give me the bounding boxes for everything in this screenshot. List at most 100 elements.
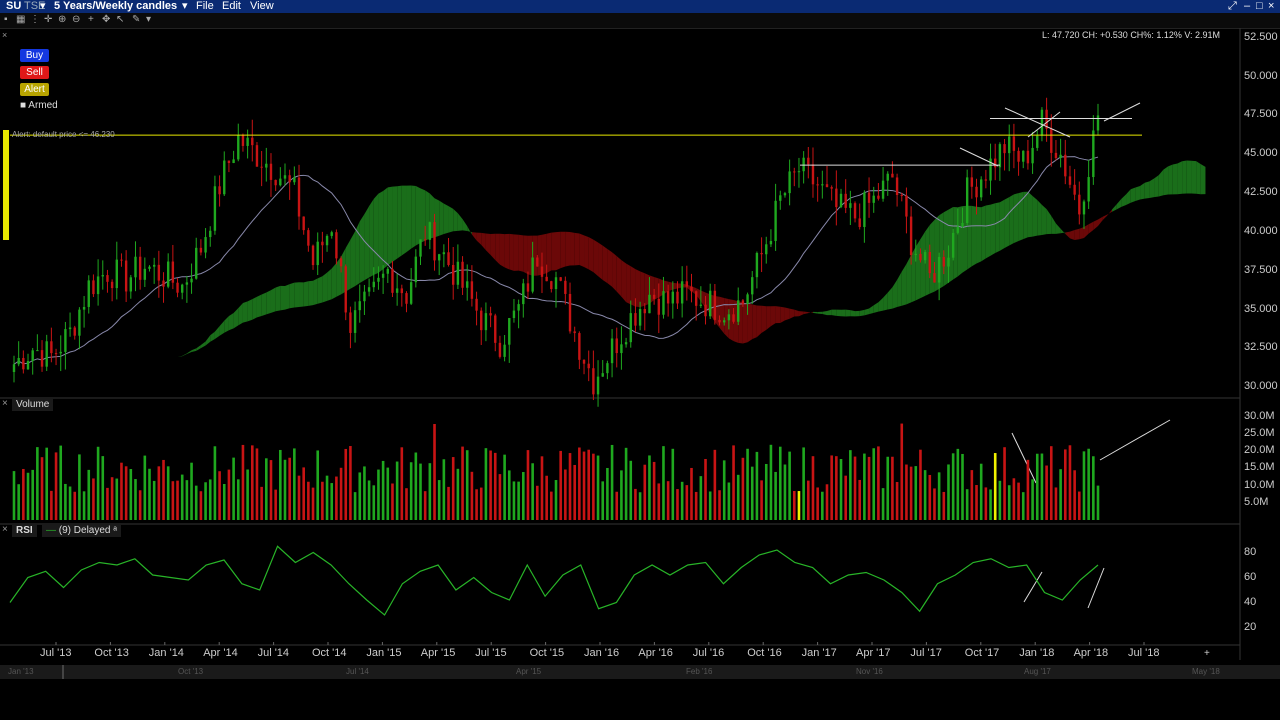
candle-body bbox=[853, 203, 857, 219]
candle-body bbox=[825, 184, 829, 188]
scrollbar-handle[interactable] bbox=[62, 665, 64, 679]
cloud-segment bbox=[616, 256, 622, 297]
volume-bar bbox=[568, 453, 572, 520]
volume-bar bbox=[970, 470, 974, 520]
time-tick-label: Apr '17 bbox=[856, 647, 891, 659]
volume-bar bbox=[101, 456, 105, 520]
candle-body bbox=[325, 235, 329, 246]
time-scrollbar[interactable]: Jan '13 Oct '13 Jul '14 Apr '15 Feb '16 Nov … bbox=[0, 665, 1280, 679]
candle-body bbox=[821, 184, 824, 186]
cloud-segment bbox=[635, 269, 641, 308]
cloud-segment bbox=[1088, 221, 1094, 234]
quote-readout: L: 47.720 CH: +0.530 CH%: 1.12% V: 2.91M bbox=[1042, 30, 1221, 40]
volume-bar bbox=[87, 469, 91, 520]
candle-body bbox=[839, 193, 843, 208]
cloud-segment bbox=[794, 309, 799, 317]
volume-bar bbox=[685, 485, 689, 520]
candle-body bbox=[835, 188, 838, 208]
collapse-icon[interactable]: × bbox=[2, 30, 7, 40]
time-tick-label: Apr '14 bbox=[203, 647, 238, 659]
candle-body bbox=[190, 278, 193, 283]
volume-bar bbox=[643, 464, 647, 520]
candle-body bbox=[900, 194, 903, 196]
cloud-segment bbox=[1027, 191, 1033, 238]
time-tick-label: Jan '18 bbox=[1019, 647, 1055, 659]
cloud-segment bbox=[1060, 228, 1066, 234]
candle-body bbox=[606, 363, 609, 374]
volume-bar bbox=[671, 448, 675, 520]
candle-body bbox=[1003, 144, 1006, 154]
candle-body bbox=[830, 187, 833, 189]
candle-body bbox=[409, 282, 413, 304]
cloud-segment bbox=[878, 297, 884, 312]
close-rsi-icon[interactable]: × bbox=[2, 524, 8, 535]
volume-bar bbox=[629, 460, 633, 520]
time-tick-label: Jul '17 bbox=[910, 647, 942, 659]
volume-bar bbox=[293, 448, 296, 520]
volume-bar bbox=[989, 489, 992, 520]
candle-body bbox=[54, 353, 58, 355]
volume-bar bbox=[45, 447, 49, 520]
volume-bar bbox=[232, 457, 235, 520]
volume-bar bbox=[947, 464, 950, 520]
volume-bar bbox=[82, 491, 86, 520]
volume-bar bbox=[405, 488, 408, 520]
cloud-segment bbox=[219, 320, 225, 336]
cloud-segment bbox=[289, 282, 295, 309]
volume-bar bbox=[951, 453, 955, 520]
candle-body bbox=[246, 137, 249, 146]
cloud-segment bbox=[798, 311, 804, 317]
sell-button[interactable]: Sell bbox=[20, 66, 49, 79]
candle-body bbox=[377, 277, 380, 282]
volume-bar bbox=[129, 469, 133, 520]
close-volume-icon[interactable]: × bbox=[2, 398, 8, 409]
annotation-arrow bbox=[1011, 432, 1037, 484]
cloud-segment bbox=[509, 233, 514, 271]
alert-button[interactable]: Alert bbox=[20, 83, 49, 96]
annotation-arrow bbox=[1023, 571, 1043, 603]
candle-body bbox=[727, 314, 731, 321]
cloud-segment bbox=[747, 303, 753, 343]
price-chart[interactable] bbox=[0, 0, 1280, 680]
cloud-segment bbox=[331, 262, 337, 300]
cloud-segment bbox=[261, 292, 267, 317]
rsi-settings-label[interactable]: — (9) Delayed ᵃ bbox=[42, 525, 121, 537]
cloud-segment bbox=[233, 308, 239, 329]
candle-body bbox=[134, 256, 137, 278]
cloud-segment bbox=[602, 245, 608, 284]
volume-bar bbox=[279, 449, 282, 520]
cloud-segment bbox=[640, 271, 645, 308]
candle-body bbox=[363, 291, 366, 302]
cloud-segment bbox=[490, 233, 496, 260]
volume-bar bbox=[222, 483, 226, 520]
cloud-segment bbox=[280, 285, 285, 311]
cloud-segment bbox=[392, 186, 398, 262]
volume-bar bbox=[956, 448, 960, 520]
volume-bar bbox=[844, 475, 847, 520]
volume-bar bbox=[344, 448, 348, 520]
cloud-segment bbox=[196, 344, 201, 351]
volume-bar bbox=[1049, 446, 1053, 520]
candle-body bbox=[858, 218, 861, 228]
cloud-segment bbox=[812, 311, 818, 314]
volume-bar bbox=[1031, 479, 1034, 520]
candle-body bbox=[891, 173, 894, 178]
volume-bar bbox=[1073, 470, 1076, 520]
volume-bar bbox=[517, 481, 520, 520]
volume-bar bbox=[797, 491, 801, 520]
candle-body bbox=[22, 357, 25, 370]
buy-button[interactable]: Buy bbox=[20, 49, 49, 62]
volume-bar bbox=[881, 488, 885, 520]
cloud-segment bbox=[140, 361, 145, 364]
cloud-segment bbox=[756, 305, 762, 338]
scroll-forward-icon[interactable]: + bbox=[1204, 648, 1210, 659]
cloud-segment bbox=[808, 311, 813, 314]
candle-body bbox=[895, 177, 899, 195]
candle-body bbox=[601, 373, 604, 377]
volume-bar bbox=[409, 462, 413, 520]
candle-body bbox=[279, 178, 282, 186]
armed-checkbox[interactable]: ■ Armed bbox=[20, 100, 58, 111]
volume-bar bbox=[363, 466, 366, 520]
volume-bar bbox=[288, 457, 291, 520]
cloud-segment bbox=[742, 302, 748, 344]
